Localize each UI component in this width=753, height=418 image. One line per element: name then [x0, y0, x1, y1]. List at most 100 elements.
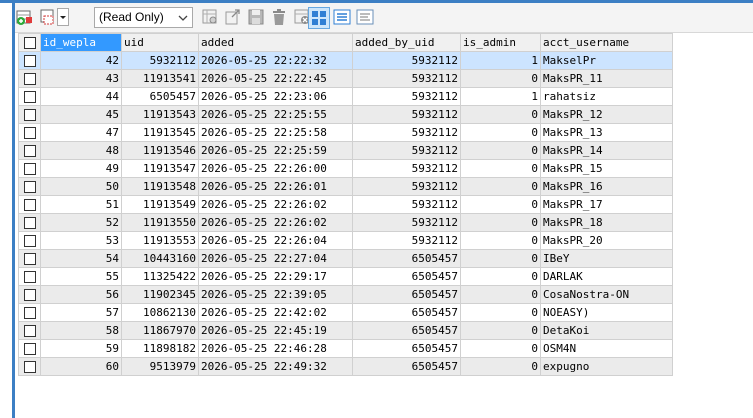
cell-id-wepla[interactable]: 50	[40, 177, 122, 196]
column-header-uid[interactable]: uid	[121, 33, 199, 52]
cell-uid[interactable]: 11913549	[121, 195, 199, 214]
cell-uid[interactable]: 11913547	[121, 159, 199, 178]
cell-id-wepla[interactable]: 53	[40, 231, 122, 250]
cell-id-wepla[interactable]: 48	[40, 141, 122, 160]
cell-uid[interactable]: 11913553	[121, 231, 199, 250]
cell-is-admin[interactable]: 1	[460, 51, 541, 70]
cell-acct-username[interactable]: DetaKoi	[540, 321, 673, 340]
row-checkbox[interactable]	[18, 339, 41, 358]
row-checkbox[interactable]	[18, 123, 41, 142]
cell-is-admin[interactable]: 0	[460, 141, 541, 160]
cell-added-by-uid[interactable]: 5932112	[352, 51, 461, 70]
read-only-mode-select[interactable]: (Read Only)	[94, 7, 193, 28]
table-row[interactable]: 52 11913550 2026-05-25 22:26:02 5932112 0 Mak…	[18, 213, 673, 232]
cell-acct-username[interactable]: MaksPR_11	[540, 69, 673, 88]
grid-settings-icon[interactable]	[201, 8, 219, 26]
table-row[interactable]: 49 11913547 2026-05-25 22:26:00 5932112 0 Mak…	[18, 159, 673, 178]
select-all-checkbox[interactable]	[18, 33, 41, 52]
cell-id-wepla[interactable]: 47	[40, 123, 122, 142]
table-row[interactable]: 48 11913546 2026-05-25 22:25:59 5932112 0 Mak…	[18, 141, 673, 160]
form-view-icon[interactable]	[333, 8, 351, 26]
cell-added-by-uid[interactable]: 6505457	[352, 321, 461, 340]
cell-id-wepla[interactable]: 43	[40, 69, 122, 88]
cell-is-admin[interactable]: 0	[460, 159, 541, 178]
cell-uid[interactable]: 11913548	[121, 177, 199, 196]
cell-is-admin[interactable]: 0	[460, 231, 541, 250]
row-checkbox[interactable]	[18, 267, 41, 286]
cell-added[interactable]: 2026-05-25 22:26:01	[198, 177, 353, 196]
column-header-added-by-uid[interactable]: added_by_uid	[352, 33, 461, 52]
add-row-icon[interactable]	[16, 8, 34, 26]
cell-added[interactable]: 2026-05-25 22:49:32	[198, 357, 353, 376]
cell-added[interactable]: 2026-05-25 22:25:55	[198, 105, 353, 124]
table-row[interactable]: 60 9513979 2026-05-25 22:49:32 6505457 0 expu…	[18, 357, 673, 376]
row-checkbox[interactable]	[18, 141, 41, 160]
cell-added-by-uid[interactable]: 6505457	[352, 285, 461, 304]
cell-is-admin[interactable]: 0	[460, 285, 541, 304]
cell-is-admin[interactable]: 0	[460, 249, 541, 268]
cell-added[interactable]: 2026-05-25 22:26:00	[198, 159, 353, 178]
cell-added[interactable]: 2026-05-25 22:39:05	[198, 285, 353, 304]
cell-uid[interactable]: 11913550	[121, 213, 199, 232]
row-checkbox[interactable]	[18, 231, 41, 250]
cell-id-wepla[interactable]: 58	[40, 321, 122, 340]
cell-uid[interactable]: 10862130	[121, 303, 199, 322]
table-row[interactable]: 45 11913543 2026-05-25 22:25:55 5932112 0 Mak…	[18, 105, 673, 124]
cell-uid[interactable]: 11913546	[121, 141, 199, 160]
cell-acct-username[interactable]: OSM4N	[540, 339, 673, 358]
cell-added-by-uid[interactable]: 5932112	[352, 105, 461, 124]
row-checkbox[interactable]	[18, 303, 41, 322]
cell-added-by-uid[interactable]: 5932112	[352, 231, 461, 250]
text-view-icon[interactable]	[356, 8, 374, 26]
cell-acct-username[interactable]: NOEASY)	[540, 303, 673, 322]
cell-is-admin[interactable]: 1	[460, 87, 541, 106]
cell-acct-username[interactable]: MaksPR_15	[540, 159, 673, 178]
cell-added[interactable]: 2026-05-25 22:26:02	[198, 195, 353, 214]
cell-added-by-uid[interactable]: 6505457	[352, 339, 461, 358]
cell-is-admin[interactable]: 0	[460, 303, 541, 322]
cell-uid[interactable]: 11867970	[121, 321, 199, 340]
row-checkbox[interactable]	[18, 69, 41, 88]
cell-acct-username[interactable]: rahatsiz	[540, 87, 673, 106]
cell-added-by-uid[interactable]: 5932112	[352, 159, 461, 178]
cell-added[interactable]: 2026-05-25 22:23:06	[198, 87, 353, 106]
cell-uid[interactable]: 11913543	[121, 105, 199, 124]
table-row[interactable]: 50 11913548 2026-05-25 22:26:01 5932112 0 Mak…	[18, 177, 673, 196]
export-icon[interactable]	[224, 8, 242, 26]
cell-id-wepla[interactable]: 42	[40, 51, 122, 70]
cell-acct-username[interactable]: MaksPR_13	[540, 123, 673, 142]
cell-id-wepla[interactable]: 59	[40, 339, 122, 358]
cell-is-admin[interactable]: 0	[460, 339, 541, 358]
cell-acct-username[interactable]: MaksPR_14	[540, 141, 673, 160]
cell-acct-username[interactable]: MakselPr	[540, 51, 673, 70]
cell-added[interactable]: 2026-05-25 22:22:32	[198, 51, 353, 70]
cell-uid[interactable]: 10443160	[121, 249, 199, 268]
row-checkbox[interactable]	[18, 357, 41, 376]
table-row[interactable]: 47 11913545 2026-05-25 22:25:58 5932112 0 Mak…	[18, 123, 673, 142]
row-checkbox[interactable]	[18, 51, 41, 70]
table-row[interactable]: 57 10862130 2026-05-25 22:42:02 6505457 0 NOE…	[18, 303, 673, 322]
cell-added[interactable]: 2026-05-25 22:26:02	[198, 213, 353, 232]
table-row[interactable]: 58 11867970 2026-05-25 22:45:19 6505457 0 Det…	[18, 321, 673, 340]
cell-id-wepla[interactable]: 49	[40, 159, 122, 178]
cell-uid[interactable]: 9513979	[121, 357, 199, 376]
cell-uid[interactable]: 11325422	[121, 267, 199, 286]
cell-is-admin[interactable]: 0	[460, 195, 541, 214]
table-row[interactable]: 55 11325422 2026-05-25 22:29:17 6505457 0 DAR…	[18, 267, 673, 286]
cell-is-admin[interactable]: 0	[460, 69, 541, 88]
row-checkbox[interactable]	[18, 195, 41, 214]
cell-acct-username[interactable]: expugno	[540, 357, 673, 376]
row-checkbox[interactable]	[18, 321, 41, 340]
cell-acct-username[interactable]: MaksPR_18	[540, 213, 673, 232]
cell-added[interactable]: 2026-05-25 22:25:58	[198, 123, 353, 142]
cell-id-wepla[interactable]: 57	[40, 303, 122, 322]
table-row[interactable]: 43 11913541 2026-05-25 22:22:45 5932112 0 Mak…	[18, 69, 673, 88]
cell-is-admin[interactable]: 0	[460, 357, 541, 376]
cell-uid[interactable]: 11898182	[121, 339, 199, 358]
row-checkbox[interactable]	[18, 249, 41, 268]
table-row[interactable]: 54 10443160 2026-05-25 22:27:04 6505457 0 IBe…	[18, 249, 673, 268]
cell-added-by-uid[interactable]: 6505457	[352, 303, 461, 322]
cell-uid[interactable]: 11902345	[121, 285, 199, 304]
cell-is-admin[interactable]: 0	[460, 213, 541, 232]
cell-id-wepla[interactable]: 55	[40, 267, 122, 286]
